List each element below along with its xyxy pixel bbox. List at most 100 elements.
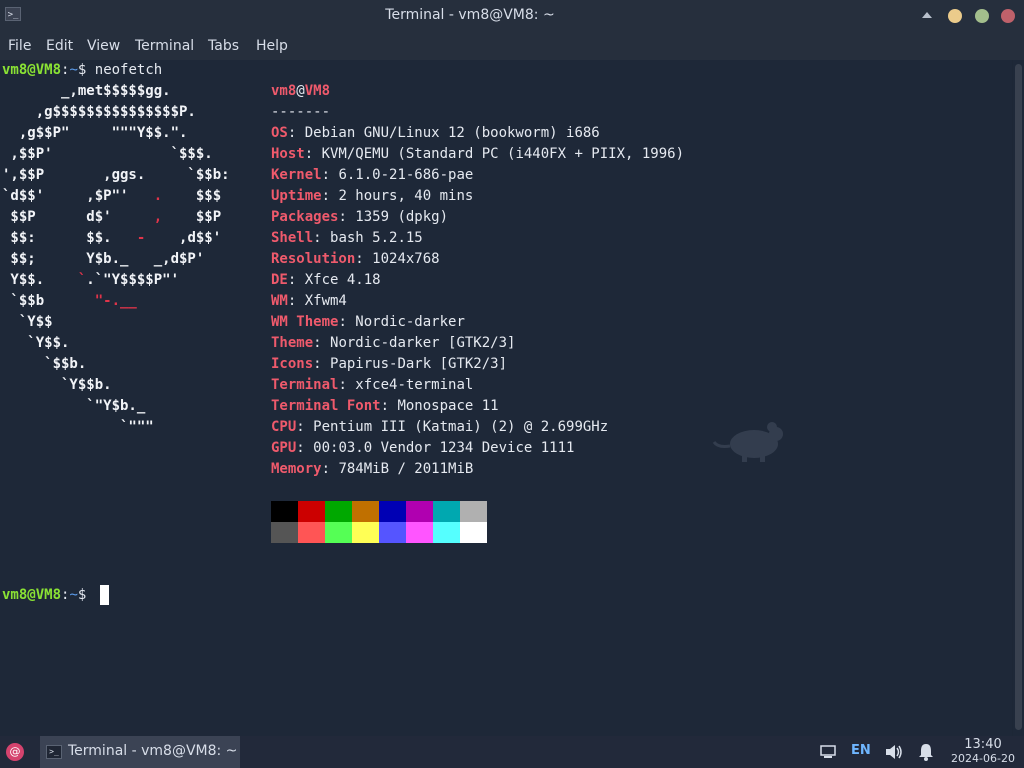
info-colon: : bbox=[313, 356, 331, 372]
prompt-line-2: vm8@VM8:~$ bbox=[2, 585, 86, 606]
shade-window-icon[interactable] bbox=[922, 12, 932, 18]
ascii-art-line: `""" bbox=[2, 419, 154, 435]
info-colon: : bbox=[296, 419, 314, 435]
ascii-art-line: `d$$' ,$P"' . $$$ bbox=[2, 188, 222, 204]
prompt-line-1: vm8@VM8:~$ neofetch bbox=[2, 60, 162, 81]
close-button[interactable] bbox=[1001, 9, 1015, 23]
ascii-art-line: `Y$$. bbox=[2, 335, 70, 351]
info-value: KVM/QEMU (Standard PC (i440FX + PIIX, 19… bbox=[321, 146, 685, 162]
info-value: 784MiB / 2011MiB bbox=[338, 461, 474, 477]
terminal-output[interactable]: vm8@VM8:~$ neofetch _,met$$$$$gg. ,g$$$$… bbox=[0, 60, 1012, 736]
palette-swatch bbox=[460, 522, 487, 543]
menu-bar: File Edit View Terminal Tabs Help bbox=[0, 32, 1024, 60]
palette-swatch bbox=[325, 522, 352, 543]
maximize-button[interactable] bbox=[975, 9, 989, 23]
info-value: Debian GNU/Linux 12 (bookworm) i686 bbox=[304, 125, 600, 141]
palette-swatch bbox=[433, 501, 460, 522]
info-colon: : bbox=[304, 146, 322, 162]
xfce-mouse-watermark-icon bbox=[712, 422, 783, 462]
info-field: Packages: 1359 (dpkg) bbox=[271, 207, 448, 228]
info-field: GPU: 00:03.0 Vendor 1234 Device 1111 bbox=[271, 438, 574, 459]
bell-icon[interactable] bbox=[917, 743, 935, 761]
info-value: Monospace 11 bbox=[397, 398, 499, 414]
speaker-icon[interactable] bbox=[885, 744, 903, 760]
ascii-art-line: `"Y$b._ bbox=[2, 398, 146, 414]
ascii-art-line: ,g$$P" """Y$$.". bbox=[2, 125, 188, 141]
task-label: Terminal - vm8@VM8: ~ bbox=[68, 743, 238, 759]
vertical-scrollbar[interactable] bbox=[1013, 60, 1024, 736]
prompt-user-host: vm8@VM8 bbox=[2, 62, 62, 78]
info-field: Resolution: 1024x768 bbox=[271, 249, 440, 270]
info-colon: : bbox=[296, 440, 314, 456]
info-key: DE bbox=[271, 272, 288, 288]
palette-swatch bbox=[271, 522, 298, 543]
menu-view[interactable]: View bbox=[87, 38, 120, 54]
window-titlebar[interactable]: >_ Terminal - vm8@VM8: ~ bbox=[0, 0, 1024, 32]
palette-swatch bbox=[406, 501, 433, 522]
info-value: 00:03.0 Vendor 1234 Device 1111 bbox=[313, 440, 575, 456]
info-key: Icons bbox=[271, 356, 314, 372]
menu-edit[interactable]: Edit bbox=[46, 38, 73, 54]
info-colon: : bbox=[287, 272, 305, 288]
info-colon: : bbox=[321, 188, 339, 204]
menu-help[interactable]: Help bbox=[256, 38, 288, 54]
info-key: CPU bbox=[271, 419, 297, 435]
info-key: Shell bbox=[271, 230, 314, 246]
prompt-command: neofetch bbox=[94, 62, 163, 78]
ascii-art-line: $$: $$. - ,d$$' bbox=[2, 230, 222, 246]
info-at: @ bbox=[296, 83, 305, 99]
menu-terminal[interactable]: Terminal bbox=[135, 38, 194, 54]
info-colon: : bbox=[355, 251, 373, 267]
info-value: Papirus-Dark [GTK2/3] bbox=[330, 356, 508, 372]
info-value: bash 5.2.15 bbox=[330, 230, 423, 246]
palette-swatch bbox=[406, 522, 433, 543]
prompt-path: ~ bbox=[69, 587, 78, 603]
info-field: Theme: Nordic-darker [GTK2/3] bbox=[271, 333, 515, 354]
ascii-art-line: _,met$$$$$gg. bbox=[2, 83, 171, 99]
info-field: DE: Xfce 4.18 bbox=[271, 270, 381, 291]
info-key: Theme bbox=[271, 335, 314, 351]
info-value: Nordic-darker bbox=[355, 314, 465, 330]
info-value: 6.1.0-21-686-pae bbox=[338, 167, 474, 183]
info-field: Memory: 784MiB / 2011MiB bbox=[271, 459, 473, 480]
info-field: Terminal: xfce4-terminal bbox=[271, 375, 473, 396]
keyboard-layout[interactable]: EN bbox=[851, 743, 871, 758]
info-key: Terminal Font bbox=[271, 398, 381, 414]
info-colon: : bbox=[380, 398, 398, 414]
info-value: xfce4-terminal bbox=[355, 377, 474, 393]
ascii-art-line: `Y$$b. bbox=[2, 377, 112, 393]
info-key: Host bbox=[271, 146, 305, 162]
info-key: Memory bbox=[271, 461, 322, 477]
clock[interactable]: 13:40 2024-06-20 bbox=[948, 737, 1018, 766]
debian-swirl-icon[interactable]: @ bbox=[6, 743, 24, 761]
info-colon: : bbox=[313, 230, 331, 246]
network-wired-icon[interactable] bbox=[820, 745, 836, 759]
ascii-art-line: `$$b. bbox=[2, 356, 87, 372]
prompt-symbol: $ bbox=[77, 587, 87, 603]
info-key: Kernel bbox=[271, 167, 322, 183]
info-colon: : bbox=[313, 335, 331, 351]
palette-swatch bbox=[352, 522, 379, 543]
info-value: Nordic-darker [GTK2/3] bbox=[330, 335, 516, 351]
minimize-button[interactable] bbox=[948, 9, 962, 23]
info-key: WM Theme bbox=[271, 314, 339, 330]
text-cursor bbox=[100, 585, 109, 605]
taskbar-terminal-task[interactable]: >_ Terminal - vm8@VM8: ~ bbox=[40, 736, 240, 768]
menu-tabs[interactable]: Tabs bbox=[208, 38, 239, 54]
info-user-host: vm8@VM8 bbox=[271, 81, 330, 102]
palette-swatch bbox=[298, 501, 325, 522]
info-colon: : bbox=[338, 377, 356, 393]
info-key: Terminal bbox=[271, 377, 339, 393]
info-colon: : bbox=[338, 314, 356, 330]
ascii-art-line: ,g$$$$$$$$$$$$$$$P. bbox=[2, 104, 196, 120]
info-value: Xfwm4 bbox=[304, 293, 347, 309]
palette-swatch bbox=[460, 501, 487, 522]
scrollbar-thumb[interactable] bbox=[1015, 64, 1022, 730]
info-key: Uptime bbox=[271, 188, 322, 204]
menu-file[interactable]: File bbox=[8, 38, 31, 54]
info-key: WM bbox=[271, 293, 288, 309]
palette-swatch bbox=[379, 522, 406, 543]
terminal-icon: >_ bbox=[46, 745, 62, 759]
info-colon: : bbox=[321, 461, 339, 477]
prompt-path: ~ bbox=[69, 62, 78, 78]
